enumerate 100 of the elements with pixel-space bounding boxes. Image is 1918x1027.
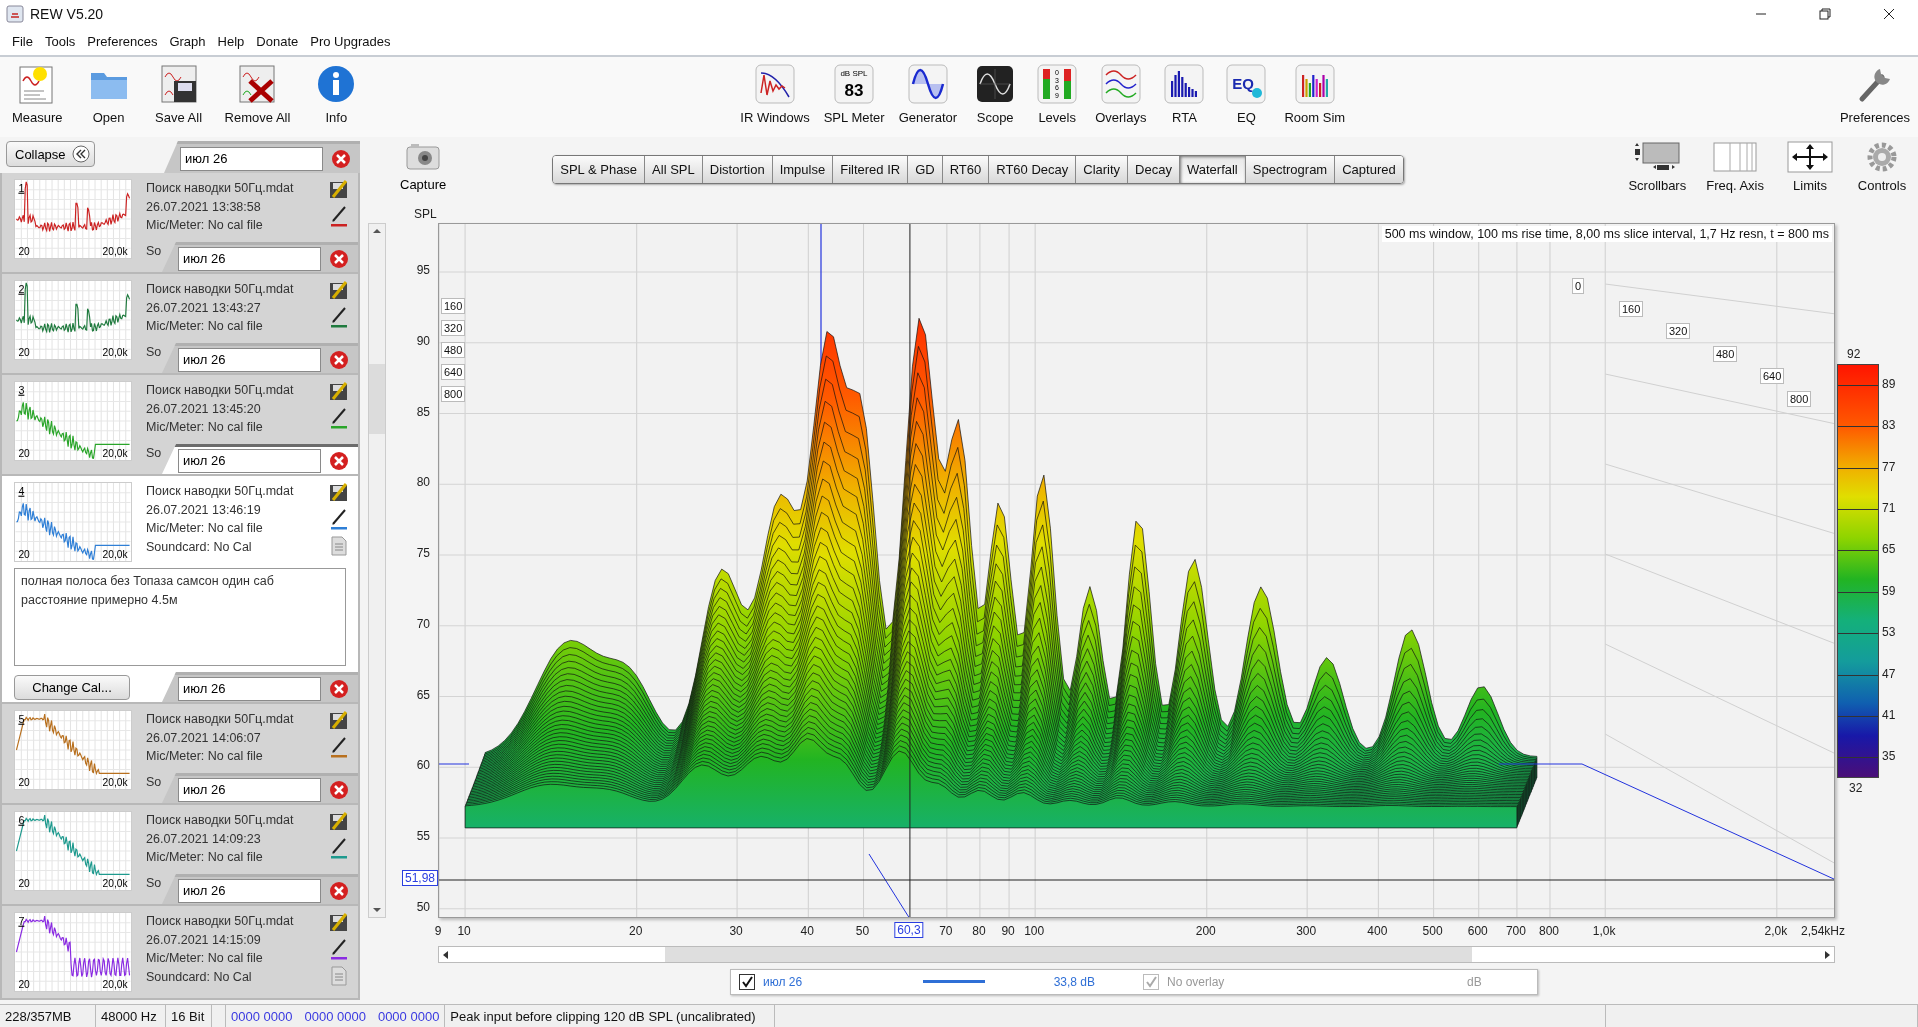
response-thumbnail[interactable]: 4 20 20,0k xyxy=(14,482,132,562)
pen-icon[interactable] xyxy=(329,508,349,530)
menu-item[interactable]: Pro Upgrades xyxy=(310,34,391,49)
name-field[interactable]: июл 26 xyxy=(178,448,321,473)
name-field[interactable]: июл 26 xyxy=(180,146,323,171)
menu-item[interactable]: Donate xyxy=(256,34,299,49)
pen-icon[interactable] xyxy=(329,306,349,328)
menu-item[interactable]: Help xyxy=(217,34,245,49)
toolbar-button[interactable]: dB SPL 83 SPL Meter xyxy=(819,63,889,125)
response-thumbnail[interactable]: 5 20 20,0k xyxy=(14,710,132,790)
name-field[interactable]: июл 26 xyxy=(178,878,321,903)
change-cal-button[interactable]: Change Cal... xyxy=(14,674,130,700)
graph-tab[interactable]: Impulse xyxy=(772,156,834,183)
close-icon[interactable] xyxy=(329,248,349,269)
graph-tab[interactable]: Spectrogram xyxy=(1245,156,1336,183)
toolbar-button[interactable]: RTA xyxy=(1156,63,1213,125)
capture-button[interactable]: Capture xyxy=(400,141,447,192)
close-icon[interactable] xyxy=(331,148,351,169)
close-icon[interactable] xyxy=(329,880,349,901)
toolbar-button[interactable]: Remove All xyxy=(220,63,295,125)
response-thumbnail[interactable]: 1 20 20,0k xyxy=(14,179,132,259)
close-icon[interactable] xyxy=(329,678,349,699)
collapse-button[interactable]: Collapse xyxy=(6,141,95,167)
toolbar-button[interactable]: Preferences xyxy=(1835,63,1914,125)
floppy-pencil-icon[interactable] xyxy=(329,179,349,199)
menu-item[interactable]: File xyxy=(12,34,33,49)
measurement-tab[interactable]: июл 26 xyxy=(162,242,358,272)
scrollbar-thumb[interactable] xyxy=(369,364,385,434)
measurement-card[interactable]: 1 20 20,0k Поиск наводки 50Гц.mdat 26.07.2021 13:38:58 Mic/Meter: No cal file So июл 26 xyxy=(0,173,360,274)
pen-icon[interactable] xyxy=(329,837,349,859)
view-button[interactable]: Scrollbars xyxy=(1624,141,1691,193)
measurement-info: Поиск наводки 50Гц.mdat xyxy=(146,812,295,829)
waterfall-plot[interactable]: 160 320 480 640 800 0 160 320 480 640 800 500 ms window, 100 ms rise time, 8,00 ms slice interval, 1,7 Hz resn, t = 800 ms xyxy=(438,223,1835,918)
pen-icon[interactable] xyxy=(329,938,349,960)
floppy-pencil-icon[interactable] xyxy=(329,710,349,730)
graph-tab[interactable]: RT60 Decay xyxy=(989,156,1077,183)
pen-icon[interactable] xyxy=(329,736,349,758)
measurement-card[interactable]: 5 20 20,0k Поиск наводки 50Гц.mdat 26.07.2021 14:06:07 Mic/Meter: No cal file So июл 26 xyxy=(0,704,360,805)
graph-tab[interactable]: All SPL xyxy=(645,156,703,183)
toolbar-button[interactable]: Open xyxy=(80,63,137,125)
view-button[interactable]: Limits xyxy=(1780,141,1840,193)
scrollbar-thumb[interactable] xyxy=(665,947,1472,962)
name-field[interactable]: июл 26 xyxy=(178,777,321,802)
floppy-pencil-icon[interactable] xyxy=(329,811,349,831)
graph-tab[interactable]: Decay xyxy=(1128,156,1180,183)
toolbar-button[interactable]: IR Windows xyxy=(736,63,814,125)
response-thumbnail[interactable]: 3 20 20,0k xyxy=(14,381,132,461)
toolbar-button[interactable]: EQ EQ xyxy=(1218,63,1275,125)
toolbar-button[interactable]: Measure xyxy=(8,63,67,125)
checkbox[interactable] xyxy=(739,974,755,990)
measurement-tab[interactable]: июл 26 xyxy=(164,141,360,173)
name-field[interactable]: июл 26 xyxy=(178,347,321,372)
floppy-pencil-icon[interactable] xyxy=(329,482,349,502)
toolbar-button[interactable]: Overlays xyxy=(1091,63,1151,125)
measurement-card[interactable]: 6 20 20,0k Поиск наводки 50Гц.mdat 26.07.2021 14:09:23 Mic/Meter: No cal file So июл 26 xyxy=(0,805,360,906)
graph-tab[interactable]: Clarity xyxy=(1076,156,1129,183)
measurement-info: Поиск наводки 50Гц.mdat xyxy=(146,281,295,298)
menu-item[interactable]: Tools xyxy=(44,34,76,49)
measurement-card[interactable]: 3 20 20,0k Поиск наводки 50Гц.mdat 26.07.2021 13:45:20 Mic/Meter: No cal file So июл 26 xyxy=(0,375,360,476)
measurement-tab[interactable]: июл 26 xyxy=(162,672,358,702)
toolbar-button[interactable]: Save All xyxy=(150,63,207,125)
menu-item[interactable]: Graph xyxy=(169,34,206,49)
response-thumbnail[interactable]: 7 20 20,0k xyxy=(14,912,132,992)
view-button[interactable]: Freq. Axis xyxy=(1702,141,1768,193)
toolbar-button[interactable]: Scope xyxy=(967,63,1024,125)
window-title: REW V5.20 xyxy=(30,6,105,22)
close-icon[interactable] xyxy=(329,779,349,800)
measurement-tab[interactable]: июл 26 xyxy=(162,773,358,803)
measurement-info: 26.07.2021 14:06:07 xyxy=(146,729,262,747)
response-thumbnail[interactable]: 2 20 20,0k xyxy=(14,280,132,360)
measurement-card[interactable]: 2 20 20,0k Поиск наводки 50Гц.mdat 26.07.2021 13:43:27 Mic/Meter: No cal file So июл 26 xyxy=(0,274,360,375)
name-field[interactable]: июл 26 xyxy=(178,676,321,701)
graph-tab[interactable]: GD xyxy=(908,156,943,183)
toolbar-button[interactable]: Info xyxy=(308,63,365,125)
view-button[interactable]: Controls xyxy=(1852,141,1912,193)
name-field[interactable]: июл 26 xyxy=(178,246,321,271)
graph-tab[interactable]: Distortion xyxy=(702,156,773,183)
toolbar-button[interactable]: Room Sim xyxy=(1280,63,1350,125)
graph-tab[interactable]: Filtered IR xyxy=(833,156,909,183)
response-thumbnail[interactable]: 6 20 20,0k xyxy=(14,811,132,891)
floppy-pencil-icon[interactable] xyxy=(329,381,349,401)
toolbar-button[interactable]: Generator xyxy=(894,63,962,125)
floppy-pencil-icon[interactable] xyxy=(329,912,349,932)
horizontal-scrollbar[interactable] xyxy=(438,946,1835,963)
floppy-pencil-icon[interactable] xyxy=(329,280,349,300)
measurement-card[interactable]: 7 20 20,0k Поиск наводки 50Гц.mdat 26.07.2021 14:15:09 Mic/Meter: No cal file Soundcard: No Cal xyxy=(0,906,360,1000)
notes-field[interactable]: полная полоса без Топаза самсон один саб расстояние примерно 4.5м xyxy=(14,568,346,666)
graph-tab[interactable]: Captured xyxy=(1335,156,1403,183)
close-icon[interactable] xyxy=(329,349,349,370)
graph-tab[interactable]: RT60 xyxy=(942,156,990,183)
measurement-tab[interactable]: июл 26 xyxy=(162,444,358,474)
pen-icon[interactable] xyxy=(329,205,349,227)
pen-icon[interactable] xyxy=(329,407,349,429)
measurement-tab[interactable]: июл 26 xyxy=(162,343,358,373)
menu-item[interactable]: Preferences xyxy=(87,34,158,49)
vertical-scrollbar[interactable] xyxy=(368,223,386,918)
graph-tab[interactable]: Waterfall xyxy=(1179,156,1246,183)
measurement-tab[interactable]: июл 26 xyxy=(162,874,358,904)
graph-tab[interactable]: SPL & Phase xyxy=(553,156,646,183)
close-icon[interactable] xyxy=(329,450,349,471)
